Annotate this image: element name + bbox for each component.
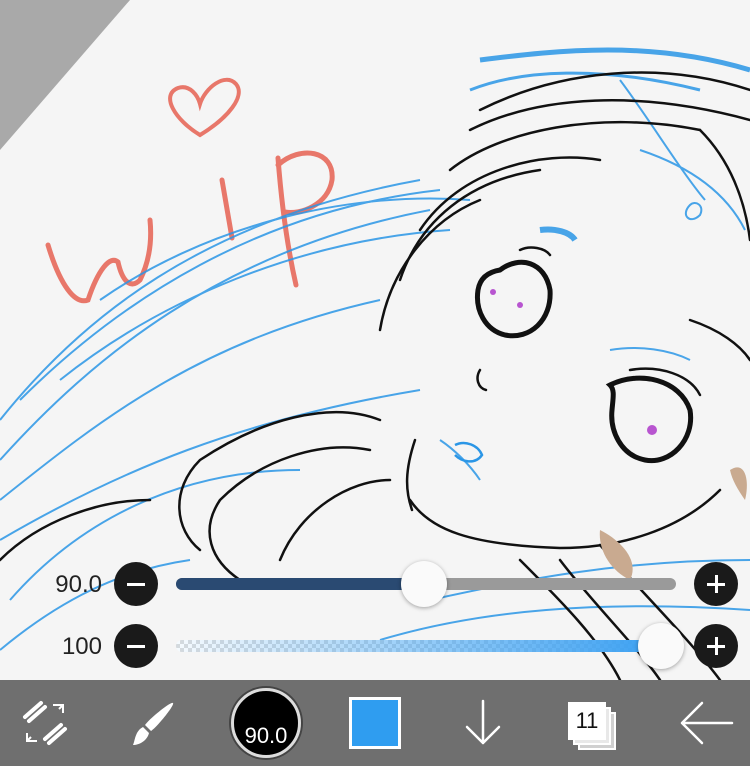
brush-size-increase-button[interactable]: [694, 562, 738, 606]
color-button[interactable]: [340, 680, 410, 766]
opacity-track[interactable]: [176, 640, 676, 652]
transform-icon: [23, 701, 67, 745]
brush-icon: [133, 702, 174, 745]
brush-size-fill: [176, 578, 424, 590]
layer-count: 11: [575, 708, 599, 733]
download-icon: [465, 699, 501, 745]
transform-button[interactable]: [10, 680, 80, 766]
back-arrow-icon: [680, 701, 734, 745]
opacity-thumb[interactable]: [638, 623, 684, 669]
layers-icon: 11: [566, 698, 616, 750]
opacity-increase-button[interactable]: [694, 624, 738, 668]
bottom-toolbar: 90.0 11: [0, 680, 750, 766]
opacity-decrease-button[interactable]: [114, 624, 158, 668]
brush-size-value: 90.0: [55, 571, 102, 598]
opacity-slider[interactable]: 100: [0, 623, 750, 669]
opacity-fill: [176, 640, 661, 652]
opacity-value: 100: [61, 633, 102, 660]
brush-size-decrease-button[interactable]: [114, 562, 158, 606]
brush-size-slider[interactable]: 90.0: [0, 561, 750, 607]
brush-size-preview: 90.0: [231, 688, 301, 758]
back-button[interactable]: [668, 680, 744, 766]
brush-tool-button[interactable]: [118, 680, 188, 766]
layers-button[interactable]: 11: [556, 680, 626, 766]
download-button[interactable]: [448, 680, 518, 766]
brush-size-thumb[interactable]: [400, 561, 447, 607]
brush-size-button[interactable]: 90.0: [226, 680, 306, 766]
current-color-swatch: [349, 697, 401, 749]
brush-size-label: 90.0: [244, 723, 288, 748]
